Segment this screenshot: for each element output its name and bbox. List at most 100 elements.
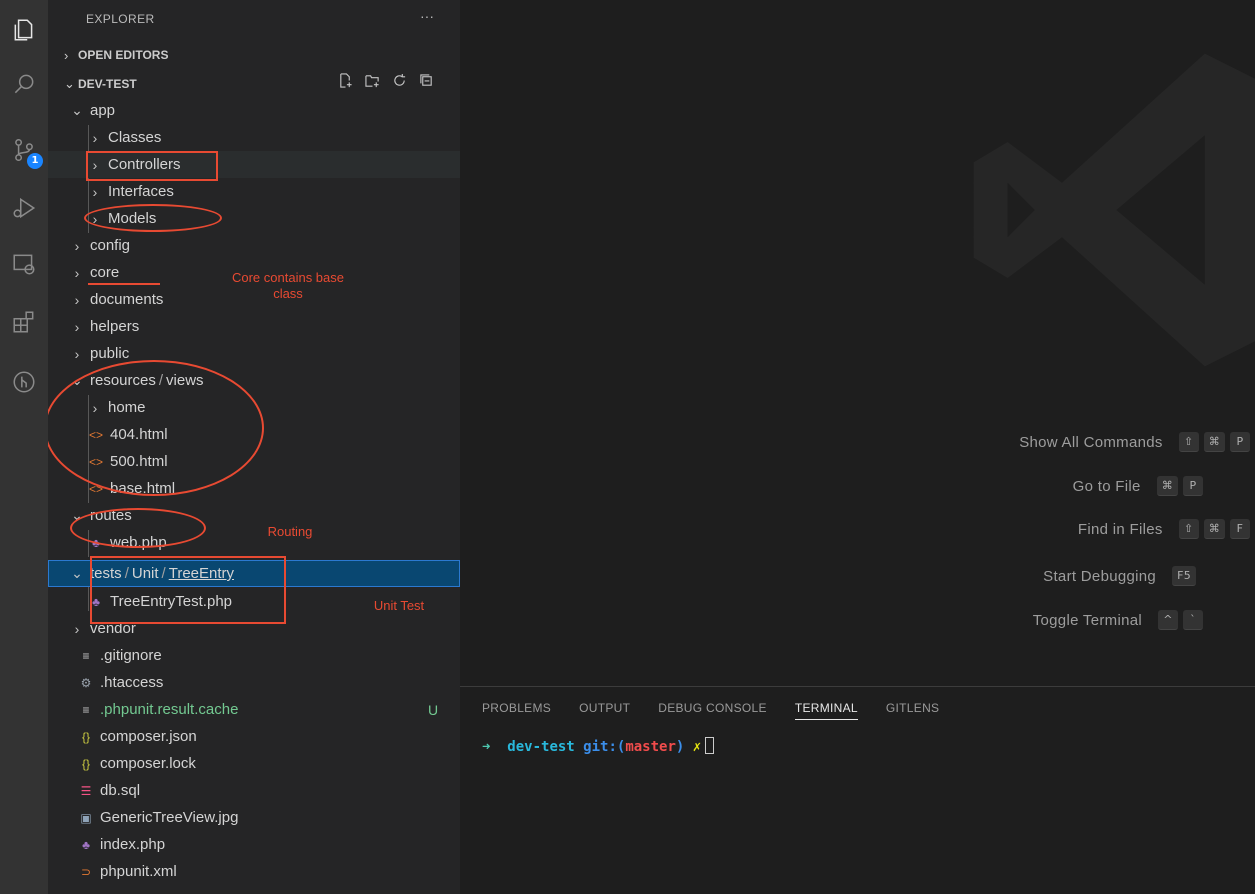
annotation-controllers-box — [86, 151, 218, 181]
tree-folder-classes[interactable]: › Classes — [48, 124, 460, 151]
chevron-right-icon: › — [74, 345, 80, 362]
project-section[interactable]: ⌄ DEV-TEST — [64, 73, 137, 95]
chevron-down-icon: ⌄ — [71, 565, 83, 581]
chevron-right-icon: › — [74, 318, 80, 335]
chevron-right-icon: › — [74, 620, 80, 637]
cmd-key: ⌘ — [1203, 519, 1225, 539]
cmd-key: ⌘ — [1203, 432, 1225, 452]
chevron-right-icon: › — [64, 47, 69, 63]
annotation-routing-note: Routing — [267, 524, 313, 539]
source-control-badge: 1 — [27, 153, 43, 169]
chevron-right-icon: › — [92, 183, 98, 200]
project-label: DEV-TEST — [78, 77, 137, 91]
terminal-prompt[interactable]: ➜ dev-test git:(master) ✗ — [482, 737, 715, 755]
tree-folder-config[interactable]: › config — [48, 232, 460, 259]
tree-file-composer-lock[interactable]: {} composer.lock — [48, 750, 460, 777]
explorer-sidebar: EXPLORER ··· › OPEN EDITORS ⌄ DEV-TEST ⌄… — [48, 0, 460, 894]
activity-bar: 1 — [0, 0, 48, 894]
tab-terminal[interactable]: TERMINAL — [794, 701, 858, 720]
p-key: P — [1230, 432, 1250, 452]
open-editors-label: OPEN EDITORS — [78, 48, 169, 62]
search-icon[interactable] — [0, 60, 48, 108]
p-key: P — [1183, 476, 1203, 496]
command-find-in-files[interactable]: Find in Files ⇧ ⌘ F — [1078, 516, 1255, 542]
annotation-routes-ellipse — [70, 508, 206, 548]
tab-problems[interactable]: PROBLEMS — [482, 701, 551, 720]
database-file-icon: ☰ — [80, 783, 92, 798]
ctrl-key: ^ — [1158, 610, 1178, 630]
terminal-cursor — [705, 737, 715, 754]
collapse-all-icon[interactable] — [419, 73, 434, 88]
untracked-status-badge: U — [428, 701, 439, 718]
panel-tabs: PROBLEMS OUTPUT DEBUG CONSOLE TERMINAL G… — [482, 701, 939, 720]
files-icon[interactable] — [0, 6, 48, 54]
more-actions-icon[interactable]: ··· — [420, 8, 434, 24]
tab-output[interactable]: OUTPUT — [579, 701, 630, 720]
command-start-debugging[interactable]: Start Debugging F5 — [1043, 563, 1201, 589]
tree-file-index-php[interactable]: ♣ index.php — [48, 831, 460, 858]
tab-gitlens[interactable]: GITLENS — [886, 701, 939, 720]
prompt-git-close: ) — [675, 739, 685, 755]
tree-file-db-sql[interactable]: ☰ db.sql — [48, 777, 460, 804]
annotation-core-underline — [88, 283, 160, 285]
extensions-icon[interactable] — [0, 298, 48, 346]
tree-file-phpunit-result-cache[interactable]: ≡ .phpunit.result.cache U — [48, 696, 460, 723]
chevron-right-icon: › — [74, 264, 80, 281]
tree-file-composer-json[interactable]: {} composer.json — [48, 723, 460, 750]
f5-key: F5 — [1172, 566, 1196, 586]
command-go-to-file[interactable]: Go to File ⌘ P — [1073, 473, 1208, 499]
annotation-resources-ellipse — [48, 360, 264, 496]
json-file-icon: {} — [81, 729, 90, 744]
image-file-icon: ▣ — [80, 810, 92, 825]
chevron-down-icon: ⌄ — [64, 76, 75, 91]
chevron-right-icon: › — [74, 237, 80, 254]
tree-file-htaccess[interactable]: ⚙ .htaccess — [48, 669, 460, 696]
annotation-unit-test-note: Unit Test — [373, 598, 425, 613]
run-debug-icon[interactable] — [0, 184, 48, 232]
chevron-down-icon: ⌄ — [71, 102, 83, 118]
chevron-right-icon: › — [92, 129, 98, 146]
cmd-key: ⌘ — [1156, 476, 1178, 496]
tree-folder-public[interactable]: › public — [48, 340, 460, 367]
chevron-right-icon: › — [74, 291, 80, 308]
json-file-icon: {} — [81, 756, 90, 771]
vscode-logo-watermark — [973, 53, 1255, 367]
tree-file-generictreeview-jpg[interactable]: ▣ GenericTreeView.jpg — [48, 804, 460, 831]
refresh-icon[interactable] — [392, 73, 407, 88]
text-file-icon: ≡ — [82, 702, 90, 717]
annotation-core-note: Core contains base class — [231, 270, 344, 301]
annotation-tests-box — [90, 556, 286, 624]
backtick-key: ` — [1183, 610, 1203, 630]
tree-file-phpunit-xml[interactable]: ⊃ phpunit.xml — [48, 858, 460, 885]
remote-explorer-icon[interactable] — [0, 240, 48, 288]
prompt-arrow: ➜ — [482, 739, 491, 755]
command-show-all-commands[interactable]: Show All Commands ⇧ ⌘ P — [1019, 429, 1255, 455]
tab-debug-console[interactable]: DEBUG CONSOLE — [658, 701, 767, 720]
annotation-models-ellipse — [84, 204, 222, 232]
prompt-dirty-mark: ✗ — [692, 739, 702, 755]
explorer-toolbar — [338, 73, 434, 88]
prompt-branch: master — [625, 739, 676, 755]
new-file-icon[interactable] — [338, 73, 353, 88]
prompt-git-open: git:( — [583, 739, 626, 755]
tree-file-gitignore[interactable]: ≡ .gitignore — [48, 642, 460, 669]
source-control-icon[interactable]: 1 — [0, 126, 48, 174]
tree-folder-app[interactable]: ⌄ app — [48, 97, 460, 124]
php-file-icon: ♣ — [82, 837, 90, 852]
editor-empty-area: Show All Commands ⇧ ⌘ P Go to File ⌘ P F… — [460, 0, 1255, 686]
rss-file-icon: ⊃ — [80, 864, 92, 879]
f-key: F — [1230, 519, 1250, 539]
prompt-directory: dev-test — [507, 739, 575, 755]
bottom-panel: PROBLEMS OUTPUT DEBUG CONSOLE TERMINAL G… — [460, 686, 1255, 894]
shift-key: ⇧ — [1178, 519, 1199, 539]
explorer-title: EXPLORER — [86, 12, 155, 26]
command-toggle-terminal[interactable]: Toggle Terminal ^ ` — [1033, 607, 1208, 633]
gitlens-icon[interactable] — [0, 358, 48, 406]
text-file-icon: ≡ — [82, 648, 90, 663]
new-folder-icon[interactable] — [365, 73, 380, 88]
settings-file-icon: ⚙ — [80, 675, 92, 690]
open-editors-section[interactable]: › OPEN EDITORS — [64, 44, 168, 66]
tree-folder-helpers[interactable]: › helpers — [48, 313, 460, 340]
shift-key: ⇧ — [1178, 432, 1199, 452]
tree-folder-interfaces[interactable]: › Interfaces — [48, 178, 460, 205]
